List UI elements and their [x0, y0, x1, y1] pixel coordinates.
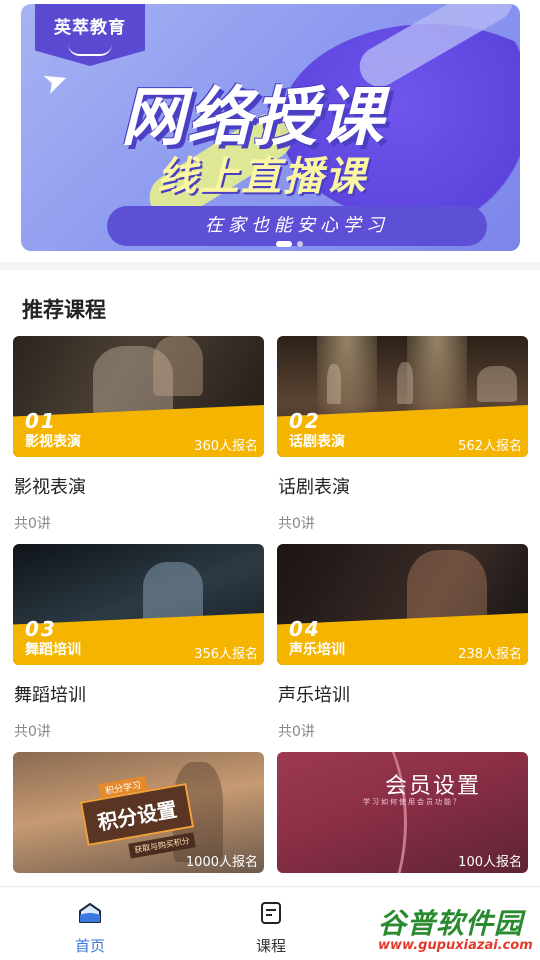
banner-slogan: 在家也能安心学习 [107, 206, 487, 246]
enroll-count: 238人报名 [458, 647, 522, 662]
lesson-count: 共0讲 [278, 516, 315, 532]
thumbnail-figure [153, 336, 203, 396]
carousel-dot-active[interactable] [276, 241, 292, 247]
course-list-icon [261, 902, 281, 924]
course-card[interactable]: 04 声乐培训 238人报名 声乐培训 共0讲 [277, 544, 528, 741]
paper-plane-icon: ➤ [37, 60, 74, 103]
banner-area: 英萃教育 ➤ 网络授课 线上直播课 在家也能安心学习 [0, 0, 540, 262]
enroll-count: 356人报名 [194, 647, 258, 662]
enroll-count: 100人报名 [458, 855, 522, 870]
course-name[interactable]: 声乐培训 [277, 681, 528, 707]
promo-title: 会员设置 [385, 774, 482, 799]
course-thumbnail[interactable]: 04 声乐培训 238人报名 [277, 544, 528, 665]
tab-courses[interactable]: 课程 [211, 887, 331, 960]
stage-light [407, 336, 467, 416]
course-number: 01 [25, 409, 57, 433]
banner-carousel[interactable]: 英萃教育 ➤ 网络授课 线上直播课 在家也能安心学习 [21, 4, 520, 251]
course-thumbnail[interactable]: 02 话剧表演 562人报名 [277, 336, 528, 457]
course-tag: 话剧表演 [289, 434, 345, 450]
course-thumbnail[interactable]: 积分学习 积分设置 获取与购买积分 1000人报名 [13, 752, 264, 873]
recommended-courses-section: 推荐课程 01 影视表演 360人报名 影视表演 共0讲 02 话剧表演 562… [0, 270, 540, 886]
course-number: 03 [25, 617, 57, 641]
course-tag: 影视表演 [25, 434, 81, 450]
brand-smile-icon [68, 44, 112, 56]
banner-subtitle: 线上直播课 [157, 154, 367, 200]
thumbnail-figure [397, 362, 413, 404]
thumbnail-figure [477, 366, 517, 402]
course-number: 02 [289, 409, 321, 433]
enroll-count: 360人报名 [194, 439, 258, 454]
course-thumbnail[interactable]: 01 影视表演 360人报名 [13, 336, 264, 457]
course-name[interactable]: 影视表演 [13, 473, 264, 499]
watermark-text: 谷普软件园 [378, 907, 524, 940]
course-name[interactable]: 舞蹈培训 [13, 681, 264, 707]
course-tag: 声乐培训 [289, 642, 345, 658]
promo-subtitle: 学习如何使用会员功能？ [363, 798, 462, 806]
course-card[interactable]: 02 话剧表演 562人报名 话剧表演 共0讲 [277, 336, 528, 533]
course-name[interactable]: 话剧表演 [277, 473, 528, 499]
course-card[interactable]: 03 舞蹈培训 356人报名 舞蹈培训 共0讲 [13, 544, 264, 741]
enroll-count: 562人报名 [458, 439, 522, 454]
carousel-indicator[interactable] [276, 241, 303, 247]
tab-home[interactable]: 首页 [30, 887, 150, 960]
lesson-count: 共0讲 [14, 724, 51, 740]
enroll-count: 1000人报名 [185, 855, 258, 870]
lesson-count: 共0讲 [14, 516, 51, 532]
stage-light [317, 336, 377, 416]
course-thumbnail[interactable]: 03 舞蹈培训 356人报名 [13, 544, 264, 665]
thumbnail-figure [327, 364, 341, 404]
course-card[interactable]: 积分学习 积分设置 获取与购买积分 1000人报名 [13, 752, 264, 873]
course-thumbnail[interactable]: 会员设置 学习如何使用会员功能？ 100人报名 [277, 752, 528, 873]
brand-badge: 英萃教育 [35, 4, 145, 66]
lesson-count: 共0讲 [278, 724, 315, 740]
watermark: 谷普软件园 www.gupuxiazai.com [372, 900, 540, 960]
dancer-figure [143, 562, 203, 624]
watermark-url: www.gupuxiazai.com [378, 938, 533, 953]
tab-label: 课程 [255, 937, 286, 955]
tab-label: 首页 [74, 937, 105, 955]
section-title: 推荐课程 [22, 298, 106, 322]
home-icon [79, 903, 101, 923]
course-tag: 舞蹈培训 [25, 642, 81, 658]
course-card[interactable]: 01 影视表演 360人报名 影视表演 共0讲 [13, 336, 264, 533]
course-number: 04 [289, 617, 321, 641]
course-card[interactable]: 会员设置 学习如何使用会员功能？ 100人报名 [277, 752, 528, 873]
brand-name: 英萃教育 [54, 18, 126, 38]
carousel-dot[interactable] [297, 241, 303, 247]
